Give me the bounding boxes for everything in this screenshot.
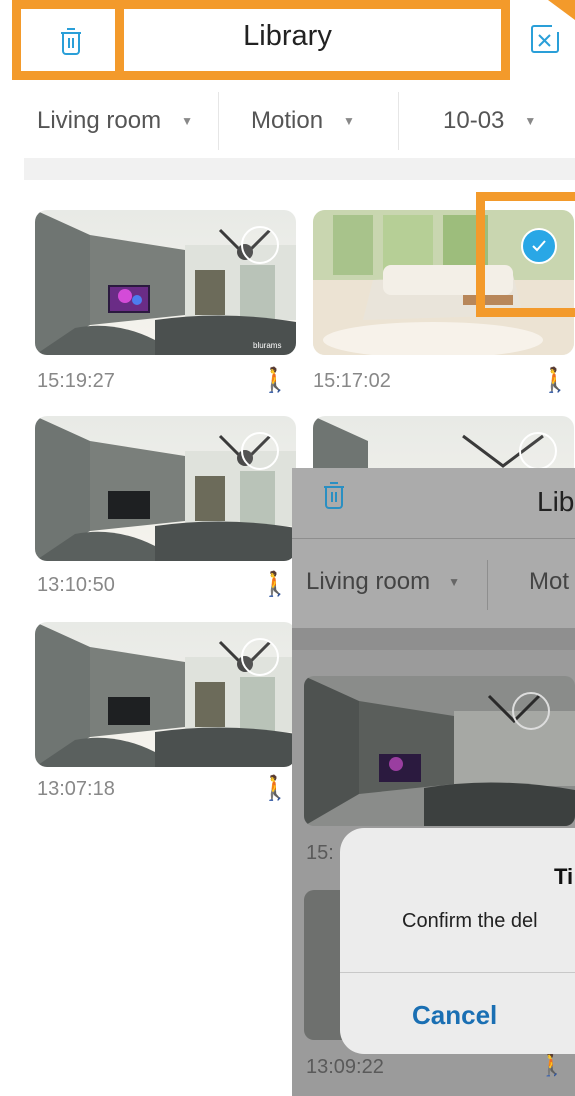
inset-room-filter[interactable]: Living room ▼ (306, 568, 460, 596)
clip-thumbnail[interactable]: blurams (35, 210, 296, 355)
divider (218, 92, 219, 150)
clip-thumbnail[interactable] (35, 622, 296, 767)
date-filter[interactable]: 10-03 ▼ (443, 98, 536, 143)
dialog-title: Ti (554, 864, 574, 889)
motion-icon: 🚶 (260, 775, 290, 802)
chevron-down-icon: ▼ (343, 113, 355, 128)
room-filter-label: Living room (37, 106, 162, 134)
inset-clip-thumbnail[interactable] (304, 676, 575, 826)
clip-time: 13:10:50 (37, 574, 115, 596)
motion-icon: 🚶 (540, 367, 570, 394)
exit-selection-icon[interactable] (530, 24, 560, 54)
clip-thumbnail[interactable] (35, 416, 296, 561)
select-circle[interactable] (519, 432, 557, 470)
motion-icon: 🚶 (260, 367, 290, 394)
inset-title: Lib (537, 486, 575, 517)
dialog-message: Confirm the del (402, 910, 538, 932)
selected-check-icon[interactable] (521, 228, 557, 264)
chevron-down-icon: ▼ (524, 113, 537, 128)
trash-icon[interactable] (322, 480, 346, 510)
clip-time: 15:17:02 (313, 370, 391, 392)
watermark: blurams (253, 341, 282, 350)
section-separator (24, 158, 575, 180)
event-filter-label: Motion (251, 106, 324, 134)
chevron-down-icon: ▼ (181, 113, 193, 128)
inset-room-label: Living room (306, 568, 431, 595)
page-title: Library (243, 20, 332, 52)
event-filter[interactable]: Motion ▼ (251, 98, 355, 143)
clip-time: 15:19:27 (37, 370, 115, 392)
select-circle[interactable] (512, 692, 550, 730)
date-filter-label: 10-03 (443, 106, 505, 134)
clip-time: 13:07:18 (37, 778, 115, 800)
confirm-dialog: Ti Confirm the del Cancel (340, 828, 575, 1054)
clip-time: 15: (306, 842, 334, 864)
motion-icon: 🚶 (538, 1052, 566, 1077)
select-circle[interactable] (241, 226, 279, 264)
divider (398, 92, 399, 150)
inset-event-filter[interactable]: Mot (529, 568, 569, 596)
chevron-down-icon: ▼ (448, 575, 460, 589)
clip-time: 13:09:22 (306, 1056, 384, 1078)
annotation-marker (548, 0, 575, 20)
room-filter[interactable]: Living room ▼ (37, 98, 193, 143)
select-circle[interactable] (241, 432, 279, 470)
select-circle[interactable] (241, 638, 279, 676)
motion-icon: 🚶 (260, 571, 290, 598)
cancel-button[interactable]: Cancel (412, 1000, 497, 1031)
